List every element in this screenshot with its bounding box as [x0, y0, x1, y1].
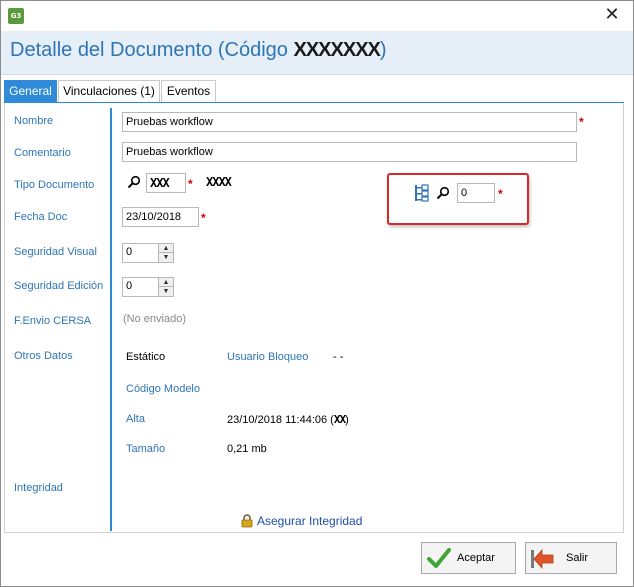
tab-eventos[interactable]: Eventos	[161, 80, 216, 102]
tipo-search-icon[interactable]	[127, 175, 141, 189]
highlight-required-mark: *	[498, 187, 503, 201]
tab-vinculaciones[interactable]: Vinculaciones (1)	[58, 80, 160, 102]
label-f-envio-cersa: F.Envio CERSA	[14, 315, 92, 327]
highlight-code-input[interactable]: 0	[457, 183, 495, 203]
alta-user-masked: XX	[333, 413, 346, 426]
tipo-description: XXXX	[206, 175, 232, 189]
seguridad-edicion-buttons: ▲ ▼	[158, 278, 173, 296]
salir-button[interactable]: Salir	[525, 542, 617, 574]
envio-status-text: (No enviado)	[123, 313, 186, 325]
label-otros-datos: Otros Datos	[14, 350, 73, 362]
usuario-bloqueo-label: Usuario Bloqueo	[227, 351, 309, 363]
page-title-code: XXXXXXX	[293, 39, 381, 61]
label-separator	[110, 108, 112, 531]
seguridad-visual-value: 0	[126, 246, 133, 258]
seguridad-visual-up-icon[interactable]: ▲	[159, 244, 173, 253]
page-title-prefix: Detalle del Documento (Código	[10, 39, 294, 61]
label-seguridad-edicion: Seguridad Edición	[14, 280, 104, 292]
tipo-required-mark: *	[188, 177, 193, 191]
codigo-modelo-label: Código Modelo	[126, 383, 200, 395]
label-comentario: Comentario	[14, 147, 71, 159]
alta-label: Alta	[126, 413, 145, 425]
aceptar-button[interactable]: Aceptar	[421, 542, 516, 574]
tipo-code-value: XXX	[150, 176, 170, 190]
padlock-icon	[241, 514, 253, 528]
label-integridad: Integridad	[14, 482, 63, 494]
seguridad-edicion-stepper[interactable]: 0 ▲ ▼	[122, 277, 174, 297]
tamano-label: Tamaño	[126, 443, 166, 455]
label-nombre: Nombre	[14, 115, 54, 127]
highlight-search-icon[interactable]	[436, 186, 450, 200]
green-checkmark-icon	[427, 548, 451, 568]
seguridad-visual-buttons: ▲ ▼	[158, 244, 173, 262]
tab-general[interactable]: General	[4, 80, 57, 102]
nombre-input[interactable]: Pruebas workflow	[122, 112, 577, 132]
label-fecha-doc: Fecha Doc	[14, 211, 68, 223]
alta-value: 23/10/2018 11:44:06 (XX)	[227, 413, 349, 426]
header: Detalle del Documento (Código XXXXXXX)	[1, 31, 633, 75]
close-button[interactable]: ✕	[601, 5, 623, 27]
tamano-value: 0,21 mb	[227, 443, 267, 455]
fecha-required-mark: *	[201, 211, 206, 225]
title-bar: G3 ✕	[1, 1, 633, 31]
tree-hierarchy-icon[interactable]	[414, 184, 430, 202]
seguridad-edicion-value: 0	[126, 280, 133, 292]
seguridad-edicion-up-icon[interactable]: ▲	[159, 278, 173, 287]
general-panel	[4, 103, 624, 533]
page-title-suffix: )	[379, 39, 387, 61]
aceptar-label: Aceptar	[457, 552, 495, 564]
exit-arrow-icon	[531, 548, 554, 570]
usuario-bloqueo-value: - -	[333, 351, 344, 363]
nombre-required-mark: *	[579, 115, 584, 129]
seguridad-edicion-down-icon[interactable]: ▼	[159, 287, 173, 296]
alta-datetime: 23/10/2018 11:44:06 (	[227, 414, 334, 426]
seguridad-visual-stepper[interactable]: 0 ▲ ▼	[122, 243, 174, 263]
document-detail-window: G3 ✕ Detalle del Documento (Código XXXXX…	[0, 0, 634, 587]
comentario-input[interactable]: Pruebas workflow	[122, 142, 577, 162]
salir-label: Salir	[566, 552, 589, 564]
page-title: Detalle del Documento (Código XXXXXXX)	[10, 39, 387, 62]
alta-close-paren: )	[345, 414, 349, 426]
label-seguridad-visual: Seguridad Visual	[14, 246, 97, 258]
estatico-text: Estático	[126, 351, 166, 363]
asegurar-integridad-link[interactable]: Asegurar Integridad	[257, 514, 362, 528]
app-logo-icon: G3	[8, 8, 24, 24]
fecha-doc-input[interactable]: 23/10/2018	[122, 207, 199, 227]
seguridad-visual-down-icon[interactable]: ▼	[159, 253, 173, 262]
tipo-code-input[interactable]: XXX	[146, 173, 186, 193]
label-tipo-documento: Tipo Documento	[14, 179, 95, 191]
